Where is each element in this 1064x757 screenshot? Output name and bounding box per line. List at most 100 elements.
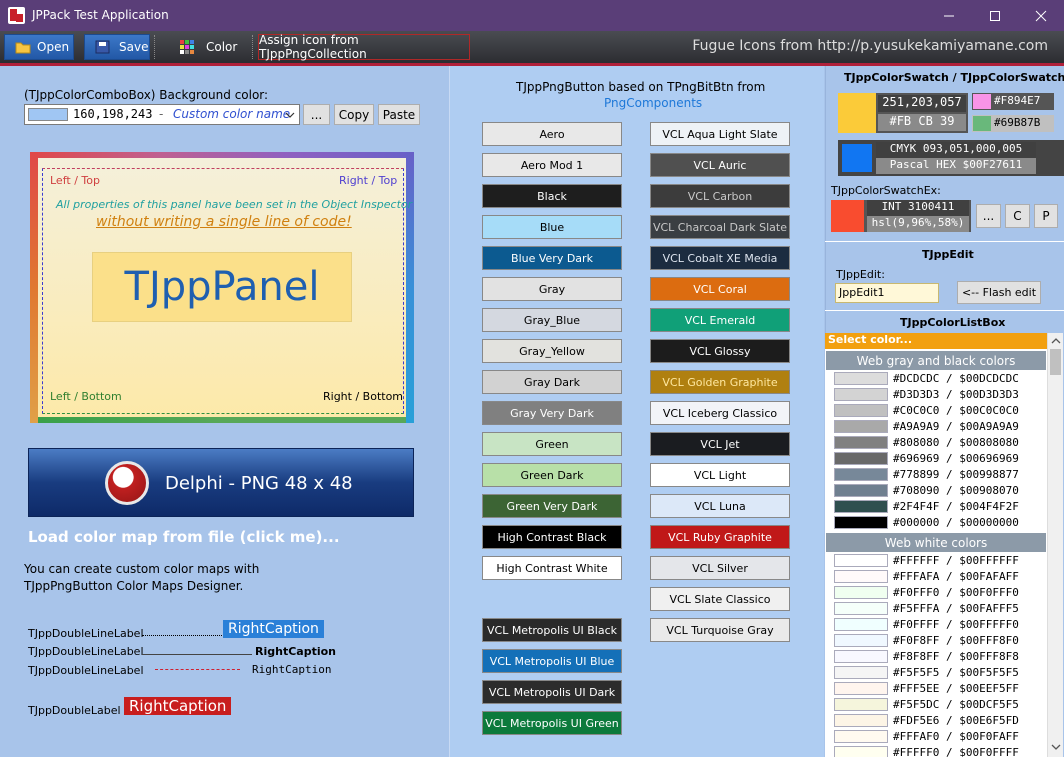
png-button[interactable]: High Contrast White xyxy=(482,556,622,580)
list-item[interactable]: #F0FFFF / $00FFFFF0 xyxy=(833,617,1047,633)
list-item[interactable]: #DCDCDC / $00DCDCDC xyxy=(833,371,1047,387)
png-button[interactable]: VCL Light xyxy=(650,463,790,487)
png-button[interactable]: VCL Cobalt XE Media xyxy=(650,246,790,270)
maximize-button[interactable] xyxy=(972,0,1018,31)
color-swatch-1[interactable]: 251,203,057 #FB CB 39 xyxy=(838,93,968,133)
png-button[interactable]: Gray Dark xyxy=(482,370,622,394)
delphi-png-button[interactable]: Delphi - PNG 48 x 48 xyxy=(28,448,414,517)
swatch-copy-button[interactable]: C xyxy=(1005,204,1030,228)
png-button[interactable]: Aero Mod 1 xyxy=(482,153,622,177)
png-button[interactable]: VCL Auric xyxy=(650,153,790,177)
paste-button[interactable]: Paste xyxy=(378,104,420,125)
list-item[interactable]: #FFFFFF / $00FFFFFF xyxy=(833,553,1047,569)
list-item[interactable]: #F5FFFA / $00FAFFF5 xyxy=(833,601,1047,617)
select-color-item[interactable]: Select color... xyxy=(825,333,1047,349)
png-button[interactable]: VCL Slate Classico xyxy=(650,587,790,611)
list-item[interactable]: #F8F8FF / $00FFF8F8 xyxy=(833,649,1047,665)
list-item[interactable]: #808080 / $00808080 xyxy=(833,435,1047,451)
png-button-label: VCL Metropolis UI Dark xyxy=(488,685,616,699)
png-button-label: Gray Very Dark xyxy=(510,406,594,420)
swatch-paste-button[interactable]: P xyxy=(1034,204,1058,228)
png-button[interactable]: Black xyxy=(482,184,622,208)
png-button[interactable]: VCL Iceberg Classico xyxy=(650,401,790,425)
png-button[interactable]: VCL Carbon xyxy=(650,184,790,208)
list-item[interactable]: #FFFAFA / $00FAFAFF xyxy=(833,569,1047,585)
png-button[interactable]: Green Very Dark xyxy=(482,494,622,518)
swatch-ex-hsl: hsl(9,96%,58%) xyxy=(867,216,969,232)
png-button-label: Green Very Dark xyxy=(506,499,598,513)
list-item[interactable]: #696969 / $00696969 xyxy=(833,451,1047,467)
list-item[interactable]: #F5F5F5 / $00F5F5F5 xyxy=(833,665,1047,681)
png-button[interactable]: Blue Very Dark xyxy=(482,246,622,270)
list-item-text: #808080 / $00808080 xyxy=(893,436,1019,449)
color-chip-2[interactable]: #69B87B xyxy=(972,115,1054,132)
png-button[interactable]: Gray_Yellow xyxy=(482,339,622,363)
png-button[interactable]: High Contrast Black xyxy=(482,525,622,549)
load-color-map-link[interactable]: Load color map from file (click me)... xyxy=(28,528,340,546)
list-item[interactable]: #D3D3D3 / $00D3D3D3 xyxy=(833,387,1047,403)
swatch-dots-button[interactable]: ... xyxy=(976,204,1001,228)
list-item[interactable]: #FDF5E6 / $00E6F5FD xyxy=(833,713,1047,729)
png-button[interactable]: Green Dark xyxy=(482,463,622,487)
color-button[interactable]: Color xyxy=(174,34,246,60)
list-item[interactable]: #708090 / $00908070 xyxy=(833,483,1047,499)
png-button[interactable]: VCL Ruby Graphite xyxy=(650,525,790,549)
color-swatch-2[interactable]: CMYK 093,051,000,005 Pascal HEX $00F2761… xyxy=(838,140,1064,176)
list-item[interactable]: #FFF5EE / $00EEF5FF xyxy=(833,681,1047,697)
png-button[interactable]: VCL Golden Graphite xyxy=(650,370,790,394)
png-button-label: Gray_Blue xyxy=(523,313,581,327)
list-item-swatch xyxy=(834,554,888,567)
png-button[interactable]: Blue xyxy=(482,215,622,239)
png-button-label: VCL Emerald xyxy=(684,313,756,327)
list-item[interactable]: #FFFFF0 / $00F0FFFF xyxy=(833,745,1047,757)
scrollbar-thumb[interactable] xyxy=(1050,349,1061,375)
double-line-label-2: TJppDoubleLineLabel xyxy=(28,645,144,658)
png-button[interactable]: VCL Glossy xyxy=(650,339,790,363)
list-item[interactable]: #000000 / $00000000 xyxy=(833,515,1047,531)
png-button[interactable]: VCL Emerald xyxy=(650,308,790,332)
list-item[interactable]: #F0F8FF / $00FFF8F0 xyxy=(833,633,1047,649)
save-button[interactable]: Save xyxy=(84,34,150,60)
list-item[interactable]: #A9A9A9 / $00A9A9A9 xyxy=(833,419,1047,435)
list-item[interactable]: #FFFAF0 / $00F0FAFF xyxy=(833,729,1047,745)
png-button[interactable]: VCL Metropolis UI Blue xyxy=(482,649,622,673)
panel-left-bottom: Left / Bottom xyxy=(50,390,122,403)
list-item-swatch xyxy=(834,682,888,695)
color-swatch-ex[interactable]: INT 3100411 hsl(9,96%,58%) xyxy=(831,200,971,232)
png-button[interactable]: VCL Coral xyxy=(650,277,790,301)
png-button[interactable]: VCL Metropolis UI Black xyxy=(482,618,622,642)
jpp-edit-input[interactable]: JppEdit1 xyxy=(835,283,939,303)
color-combo-box[interactable]: 160,198,243 - Custom color name xyxy=(24,104,300,125)
list-item[interactable]: #F0FFF0 / $00F0FFF0 xyxy=(833,585,1047,601)
info-line-2: TJppPngButton Color Maps Designer. xyxy=(24,579,244,593)
png-button[interactable]: VCL Metropolis UI Dark xyxy=(482,680,622,704)
png-button[interactable]: VCL Jet xyxy=(650,432,790,456)
assign-icon-button[interactable]: Assign icon from TJppPngCollection xyxy=(258,33,470,61)
listbox-scrollbar[interactable] xyxy=(1047,333,1063,757)
close-button[interactable] xyxy=(1018,0,1064,31)
png-button[interactable]: VCL Aqua Light Slate xyxy=(650,122,790,146)
png-button-label: Gray Dark xyxy=(524,375,580,389)
png-button[interactable]: VCL Metropolis UI Green xyxy=(482,711,622,735)
pngcomponents-link[interactable]: PngComponents xyxy=(604,96,702,110)
open-button[interactable]: Open xyxy=(4,34,74,60)
flash-edit-button[interactable]: <-- Flash edit xyxy=(957,281,1041,304)
list-item[interactable]: #2F4F4F / $004F4F2F xyxy=(833,499,1047,515)
png-button[interactable]: Gray Very Dark xyxy=(482,401,622,425)
png-button[interactable]: VCL Charcoal Dark Slate xyxy=(650,215,790,239)
png-button[interactable]: Gray_Blue xyxy=(482,308,622,332)
combo-ellipsis-button[interactable]: ... xyxy=(303,104,330,125)
copy-button[interactable]: Copy xyxy=(334,104,374,125)
minimize-button[interactable] xyxy=(926,0,972,31)
list-item[interactable]: #778899 / $00998877 xyxy=(833,467,1047,483)
png-button[interactable]: VCL Luna xyxy=(650,494,790,518)
color-chip-1[interactable]: #F894E7 xyxy=(972,93,1054,110)
png-button[interactable]: Gray xyxy=(482,277,622,301)
png-button[interactable]: VCL Turquoise Gray xyxy=(650,618,790,642)
png-button[interactable]: VCL Silver xyxy=(650,556,790,580)
png-button[interactable]: Green xyxy=(482,432,622,456)
list-item[interactable]: #F5F5DC / $00DCF5F5 xyxy=(833,697,1047,713)
swatch-1-hex: #FB CB 39 xyxy=(878,114,966,131)
png-button[interactable]: Aero xyxy=(482,122,622,146)
list-item[interactable]: #C0C0C0 / $00C0C0C0 xyxy=(833,403,1047,419)
